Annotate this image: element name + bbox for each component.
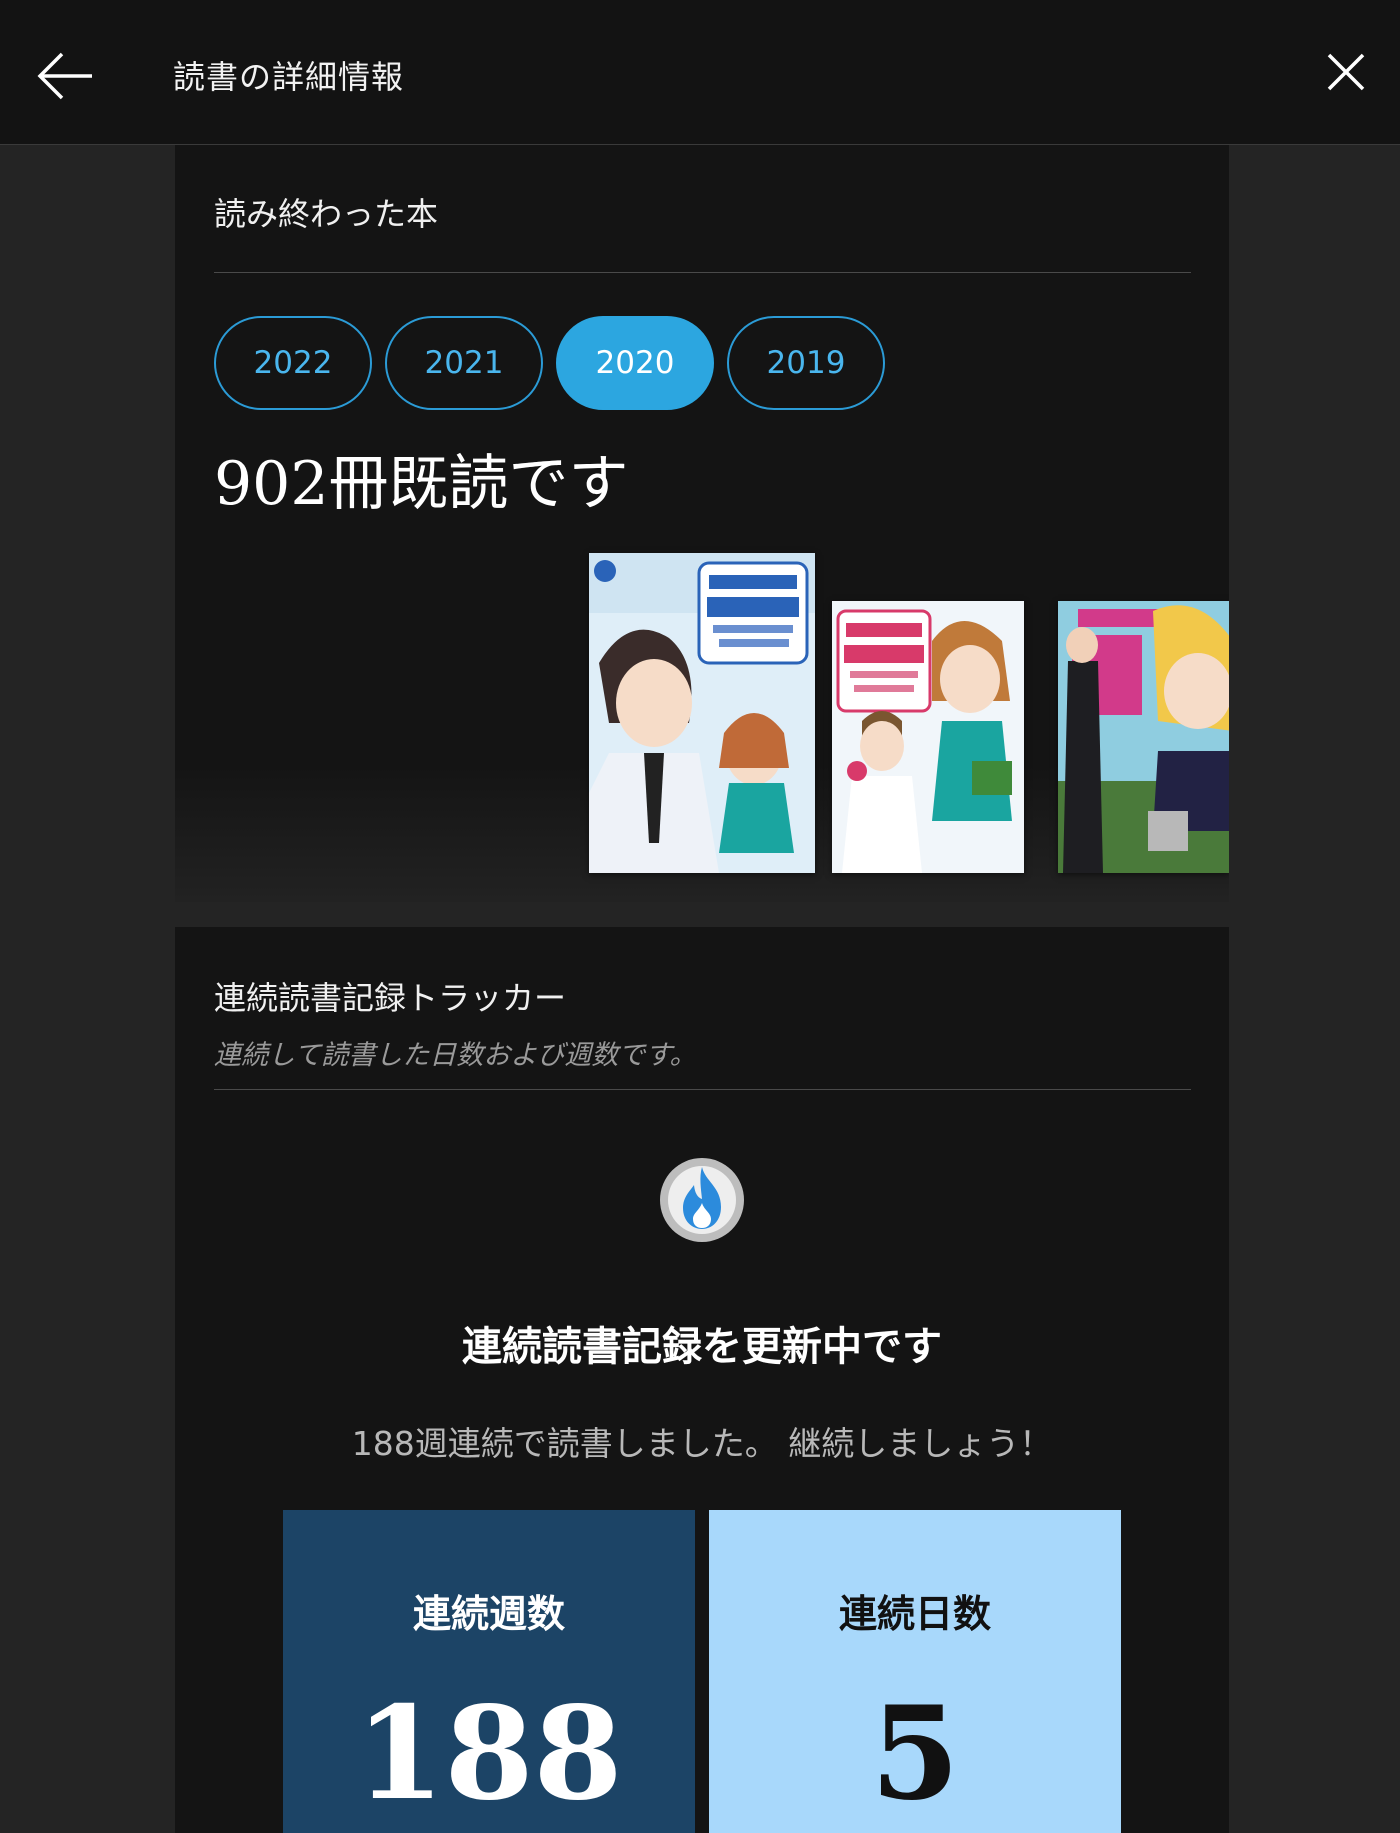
finished-books-panel: 読み終わった本 2022 2021 2020 2019 902冊既読です [175, 145, 1229, 902]
streak-message: 188週連続で読書しました。 継続しましょう！ [351, 1424, 1053, 1463]
year-tabs: 2022 2021 2020 2019 [214, 316, 885, 410]
top-bar: 読書の詳細情報 [0, 0, 1400, 145]
book-cover[interactable] [1058, 601, 1229, 873]
back-button[interactable] [30, 40, 102, 112]
book-cover-art [589, 553, 815, 873]
close-button[interactable] [1310, 36, 1382, 108]
divider [214, 272, 1191, 273]
streak-tracker-panel: 連続読書記録トラッカー 連続して読書した日数および週数です。 連続読書記録を更新… [175, 927, 1229, 1833]
books-read-count: 902冊既読です [214, 449, 629, 519]
streak-tracker-heading: 連続読書記録トラッカー [214, 979, 567, 1017]
consecutive-weeks-value: 188 [355, 1679, 623, 1829]
finished-books-heading: 読み終わった本 [214, 195, 439, 233]
year-tab-2019[interactable]: 2019 [727, 316, 885, 410]
book-cover[interactable] [589, 553, 815, 873]
streak-tracker-subheading: 連続して読書した日数および週数です。 [214, 1040, 697, 1071]
streak-status-title: 連続読書記録を更新中です [462, 1324, 942, 1370]
close-icon [1327, 53, 1365, 91]
consecutive-days-value: 5 [870, 1679, 960, 1829]
year-tab-2021[interactable]: 2021 [385, 316, 543, 410]
consecutive-days-card: 連続日数 5 [709, 1510, 1121, 1833]
arrow-left-icon [37, 52, 92, 100]
book-cover[interactable] [832, 601, 1024, 873]
book-cover-art [832, 601, 1024, 873]
page-title: 読書の詳細情報 [173, 58, 405, 96]
book-cover-art [1058, 601, 1229, 873]
year-tab-2022[interactable]: 2022 [214, 316, 372, 410]
year-tab-2020[interactable]: 2020 [556, 316, 714, 410]
consecutive-weeks-label: 連続週数 [412, 1592, 565, 1636]
consecutive-days-label: 連続日数 [838, 1592, 991, 1636]
consecutive-weeks-card: 連続週数 188 [283, 1510, 695, 1833]
divider [214, 1089, 1191, 1090]
flame-icon [660, 1158, 744, 1242]
